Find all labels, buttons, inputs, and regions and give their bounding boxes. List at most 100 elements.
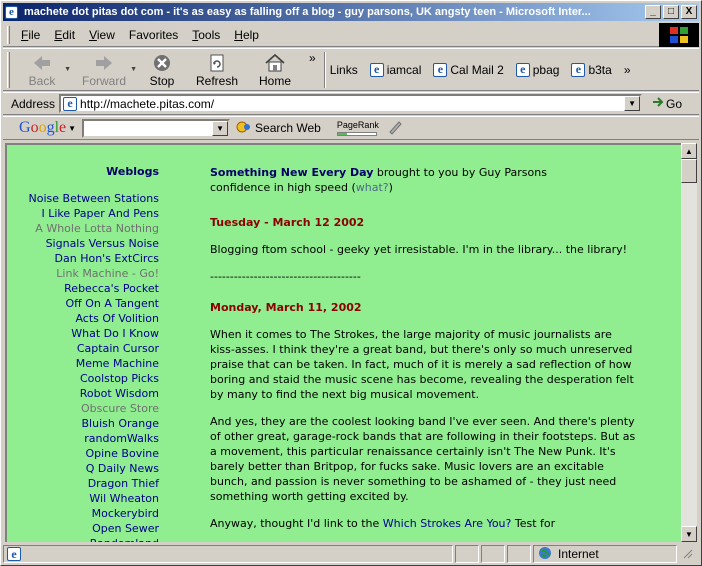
highlight-pen-icon[interactable] [387, 119, 403, 138]
weblog-link[interactable]: Robot Wisdom [7, 386, 159, 401]
toolbar-separator [323, 51, 326, 88]
refresh-button[interactable]: Refresh [187, 50, 247, 90]
weblog-link[interactable]: Rebecca's Pocket [7, 281, 159, 296]
stop-label: Stop [149, 73, 175, 88]
weblog-link[interactable]: Acts Of Volition [7, 311, 159, 326]
menu-help[interactable]: Help [227, 26, 266, 44]
google-menu-dropdown-icon[interactable]: ▼ [68, 124, 76, 133]
weblog-link[interactable]: Wil Wheaton [7, 491, 159, 506]
home-icon [264, 52, 286, 74]
weblog-link[interactable]: Captain Cursor [7, 341, 159, 356]
scroll-down-button[interactable]: ▼ [681, 526, 697, 542]
minimize-button[interactable]: _ [645, 5, 661, 19]
tagline-text: confidence in high speed ( [210, 181, 356, 194]
menu-favorites[interactable]: Favorites [122, 26, 185, 44]
weblog-link[interactable]: randomWalks [7, 431, 159, 446]
google-search-input[interactable]: ▼ [82, 118, 231, 138]
maximize-button[interactable]: □ [663, 5, 679, 19]
strokes-test-link[interactable]: Which Strokes Are You? [383, 517, 512, 530]
menu-edit-label: dit [62, 27, 76, 42]
post-text: Anyway, thought I'd link to the [210, 517, 383, 530]
forward-dropdown-icon[interactable]: ▼ [130, 66, 137, 73]
weblog-link[interactable]: I Like Paper And Pens [7, 206, 159, 221]
page-content: Weblogs Noise Between Stations I Like Pap… [5, 143, 681, 542]
title-bar[interactable]: e machete dot pitas dot com - it's as ea… [3, 3, 699, 21]
go-button[interactable]: Go [652, 96, 682, 111]
post-body: And yes, they are the coolest looking ba… [210, 415, 636, 503]
back-button[interactable]: Back ▼ [13, 50, 71, 90]
weblog-link[interactable]: A Whole Lotta Nothing [7, 221, 159, 236]
link-pbag[interactable]: e pbag [515, 62, 560, 77]
forward-arrow-icon [94, 52, 114, 74]
zone-label: Internet [558, 547, 599, 561]
links-chevron[interactable]: » [624, 63, 631, 77]
search-web-button[interactable]: Search Web [236, 120, 321, 137]
link-pbag-label: pbag [532, 62, 560, 77]
weblog-link[interactable]: Q Daily News [7, 461, 159, 476]
menu-view[interactable]: View [82, 26, 122, 44]
search-web-icon [236, 120, 252, 137]
weblog-link[interactable]: Opine Bovine [7, 446, 159, 461]
toolbar-chevron[interactable]: » [309, 51, 316, 65]
post-body: Blogging ftom school - geeky yet irresis… [210, 243, 628, 256]
weblogs-sidebar: Weblogs Noise Between Stations I Like Pap… [7, 165, 159, 542]
weblog-link[interactable]: Dan Hon's ExtCircs [7, 251, 159, 266]
address-label: Address [11, 96, 56, 111]
home-button[interactable]: Home [247, 50, 303, 90]
weblog-link[interactable]: Noise Between Stations [7, 191, 159, 206]
post-divider: -------------------------------------- [210, 270, 361, 283]
toolbar-grip[interactable] [7, 25, 10, 44]
vertical-scrollbar[interactable]: ▲ ▼ [681, 143, 697, 542]
weblog-link[interactable]: What Do I Know [7, 326, 159, 341]
status-text-pane: e [3, 545, 453, 563]
site-byline: brought to you by Guy Parsons [373, 166, 547, 179]
link-b3ta[interactable]: e b3ta [571, 62, 612, 77]
address-url[interactable]: http://machete.pitas.com/ [80, 97, 214, 111]
link-b3ta-label: b3ta [588, 62, 612, 77]
weblog-link[interactable]: Bluish Orange [7, 416, 159, 431]
link-iamcal-label: iamcal [386, 62, 422, 77]
close-button[interactable]: X [681, 5, 697, 19]
forward-label: Forward [81, 73, 126, 88]
menu-tools[interactable]: Tools [185, 26, 227, 44]
weblog-link[interactable]: Coolstop Picks [7, 371, 159, 386]
weblog-link[interactable]: Dragon Thief [7, 476, 159, 491]
site-brand[interactable]: Something New Every Day [210, 166, 373, 179]
weblog-link[interactable]: Off On A Tangent [7, 296, 159, 311]
weblog-link[interactable]: Meme Machine [7, 356, 159, 371]
forward-button[interactable]: Forward ▼ [71, 50, 137, 90]
ie-page-icon: e [571, 62, 586, 77]
post-date: Tuesday - March 12 2002 [210, 216, 365, 229]
status-pane [507, 545, 531, 563]
link-iamcal[interactable]: e iamcal [369, 62, 422, 77]
back-dropdown-icon[interactable]: ▼ [64, 66, 71, 73]
weblogs-heading: Weblogs [106, 165, 159, 178]
weblog-link[interactable]: Link Machine - Go! [7, 266, 159, 281]
address-input[interactable]: e http://machete.pitas.com/ ▼ [59, 94, 643, 113]
scroll-thumb[interactable] [681, 159, 697, 183]
menu-file[interactable]: File [14, 26, 47, 44]
weblog-link[interactable]: Open Sewer [7, 521, 159, 536]
address-dropdown-icon[interactable]: ▼ [624, 96, 641, 111]
stop-button[interactable]: Stop [137, 50, 187, 90]
ie-page-icon: e [7, 547, 21, 561]
google-logo[interactable]: Google [19, 119, 66, 137]
weblog-link[interactable]: Obscure Store [7, 401, 159, 416]
resize-grip-icon[interactable] [681, 547, 693, 562]
weblog-link[interactable]: Signals Versus Noise [7, 236, 159, 251]
menu-view-key: V [89, 27, 97, 42]
ie-page-icon: e [433, 62, 448, 77]
weblog-link[interactable]: Randomland [7, 536, 159, 542]
standard-toolbar: Back ▼ Forward ▼ Stop Refresh Home » Lin… [3, 48, 699, 91]
link-cal-mail-2[interactable]: e Cal Mail 2 [433, 62, 504, 77]
what-link[interactable]: what? [356, 181, 389, 194]
scroll-up-button[interactable]: ▲ [681, 143, 697, 159]
menu-bar: File Edit View Favorites Tools Help [3, 23, 699, 47]
pagerank-indicator[interactable]: PageRank [336, 120, 379, 136]
search-web-label: Search Web [255, 121, 321, 135]
google-search-dropdown-icon[interactable]: ▼ [212, 120, 229, 136]
menu-edit[interactable]: Edit [47, 26, 82, 44]
toolbar-grip[interactable] [7, 51, 10, 88]
weblog-link[interactable]: Mockerybird [7, 506, 159, 521]
link-cal-mail-2-label: Cal Mail 2 [450, 62, 504, 77]
